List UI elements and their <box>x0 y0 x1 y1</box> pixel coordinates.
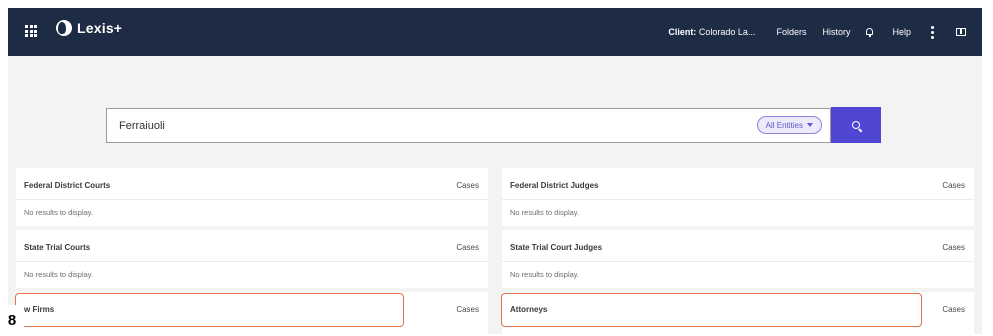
search-bar: All Entities <box>106 108 831 143</box>
search-input[interactable] <box>117 118 701 133</box>
card-title: State Trial Courts <box>24 243 91 252</box>
app-frame: Lexis+ Client: Colorado La... Folders Hi… <box>8 8 982 334</box>
apps-grid-icon[interactable] <box>25 25 37 37</box>
card-divider <box>16 261 488 262</box>
client-selector[interactable]: Client: Colorado La... <box>668 27 755 37</box>
cases-tab[interactable]: Cases <box>456 305 479 314</box>
side-panel-icon[interactable] <box>956 28 966 36</box>
cases-tab[interactable]: Cases <box>456 243 479 252</box>
result-card-federal-district-courts: Federal District Courts Cases No results… <box>16 168 488 226</box>
more-options-icon[interactable] <box>931 25 934 39</box>
empty-message: No results to display. <box>510 270 580 279</box>
nav-history[interactable]: History <box>822 27 850 37</box>
attorneys-highlight <box>501 293 922 327</box>
client-label: Client: <box>668 27 697 37</box>
card-divider <box>502 261 974 262</box>
empty-message: No results to display. <box>510 208 580 217</box>
card-title: Federal District Courts <box>24 181 111 190</box>
client-value: Colorado La... <box>698 27 756 37</box>
lexis-logo[interactable]: Lexis+ <box>56 20 122 36</box>
nav-help[interactable]: Help <box>892 27 911 37</box>
card-title: Federal District Judges <box>510 181 599 190</box>
card-divider <box>16 199 488 200</box>
search-icon <box>852 121 860 129</box>
step-number-badge: 8 <box>0 305 24 336</box>
lexis-logo-icon <box>56 20 72 36</box>
nav-folders[interactable]: Folders <box>776 27 806 37</box>
cases-tab[interactable]: Cases <box>942 181 965 190</box>
result-card-federal-district-judges: Federal District Judges Cases No results… <box>502 168 974 226</box>
result-card-state-trial-courts: State Trial Courts Cases No results to d… <box>16 230 488 288</box>
card-title: State Trial Court Judges <box>510 243 603 252</box>
empty-message: No results to display. <box>24 270 94 279</box>
law-firms-highlight <box>15 293 404 327</box>
top-nav: Client: Colorado La... Folders History H… <box>668 8 982 56</box>
result-card-state-trial-court-judges: State Trial Court Judges Cases No result… <box>502 230 974 288</box>
chevron-down-icon <box>807 123 813 127</box>
cases-tab[interactable]: Cases <box>456 181 479 190</box>
card-divider <box>502 199 974 200</box>
notifications-bell-icon[interactable] <box>866 27 874 37</box>
empty-message: No results to display. <box>24 208 94 217</box>
cases-tab[interactable]: Cases <box>942 243 965 252</box>
entity-filter-label: All Entities <box>765 120 803 130</box>
entity-filter-dropdown[interactable]: All Entities <box>756 116 822 134</box>
top-bar: Lexis+ Client: Colorado La... Folders Hi… <box>8 8 982 56</box>
brand-name: Lexis+ <box>77 20 123 36</box>
cases-tab[interactable]: Cases <box>942 305 965 314</box>
search-button[interactable] <box>831 107 881 143</box>
